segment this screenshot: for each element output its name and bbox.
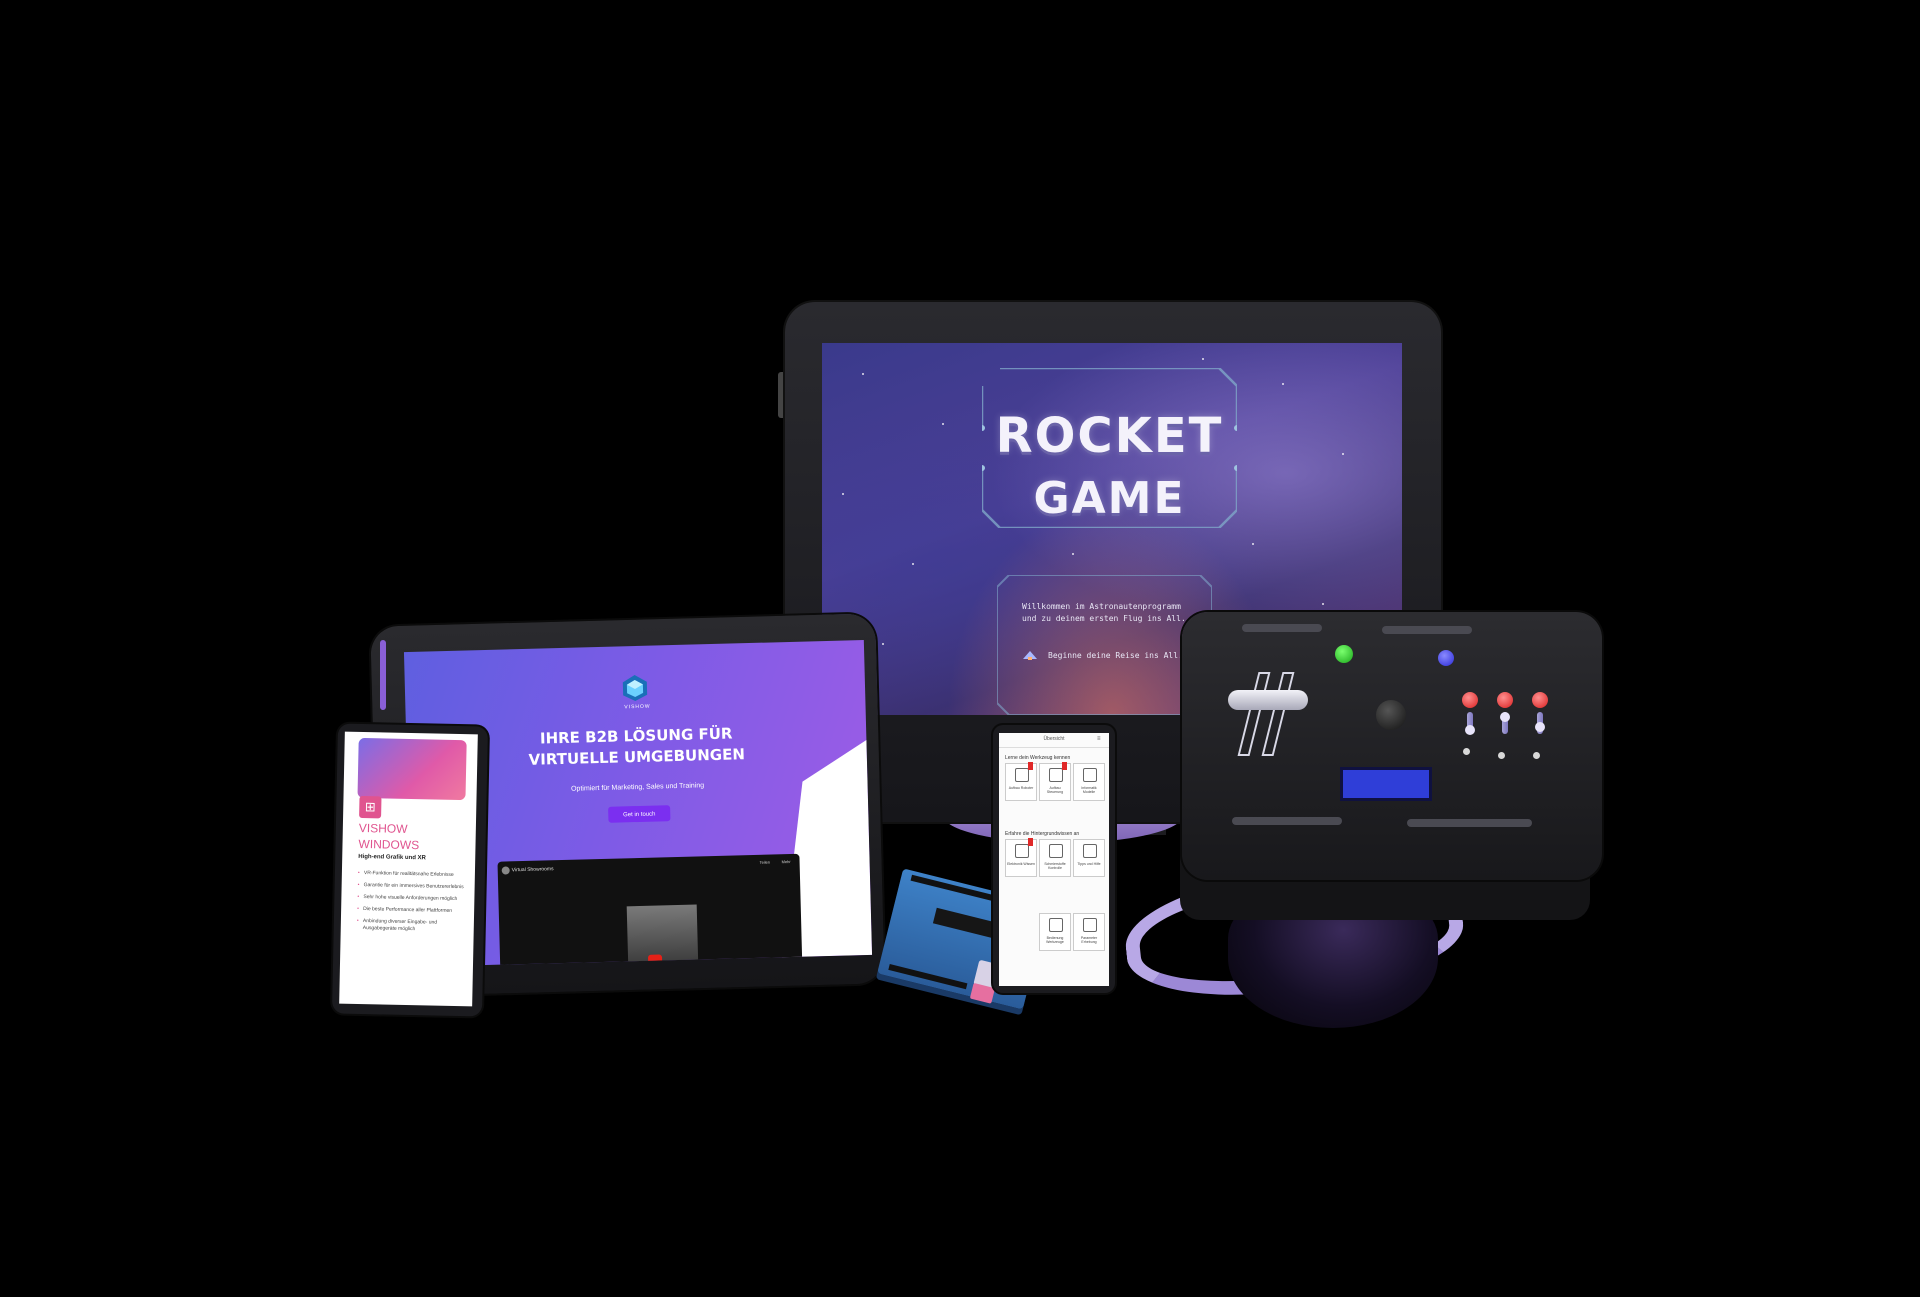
channel-avatar <box>501 866 510 875</box>
vishow-logo-label: VISHOW <box>624 703 651 711</box>
vishow-windows-screen[interactable]: ⊞ VISHOW WINDOWS High-end Grafik und XR … <box>339 731 478 1007</box>
windows-logo-icon: ⊞ <box>359 795 382 819</box>
lightning-icon <box>1015 844 1029 858</box>
blue-button[interactable] <box>1438 650 1454 666</box>
learning-app-screen[interactable]: Übersicht ≡ Lerne dein Werkzeug kennen A… <box>999 733 1109 986</box>
video-thumbnail <box>626 904 699 967</box>
font-size-icon <box>1083 918 1097 932</box>
tile-label: Elektronik Wissen <box>1007 862 1035 866</box>
list-item: VR-Funktion für realitätsnahe Erlebnisse <box>358 870 466 879</box>
alert-badge <box>1028 838 1033 846</box>
joystick[interactable] <box>1376 700 1406 730</box>
welcome-frame <box>997 575 1212 715</box>
status-led <box>1498 752 1505 759</box>
tile-lubricants[interactable]: Schmierstoffe Kontrolle <box>1039 839 1071 877</box>
tile-electronics[interactable]: Elektronik Wissen <box>1005 838 1037 877</box>
share-button[interactable]: Teilen <box>760 860 771 865</box>
pin-header <box>888 964 968 990</box>
get-in-touch-button[interactable]: Get in touch <box>608 805 671 823</box>
controller-icon <box>1049 768 1063 782</box>
document-icon <box>1083 844 1097 858</box>
tile-label: Aufbau Steuerung <box>1046 786 1064 794</box>
tile-label: Parameter Erhebung <box>1080 936 1098 944</box>
vent-slot <box>1407 819 1532 827</box>
chip-icon <box>1083 768 1097 782</box>
tile-parameters[interactable]: Parameter Erhebung <box>1073 913 1105 951</box>
product-title: VISHOW WINDOWS <box>358 820 420 853</box>
video-player[interactable]: Virtual Showrooms Teilen Mehr <box>497 853 803 967</box>
app-header-title: Übersicht <box>1043 736 1065 742</box>
tile-label: Informatik Modelle <box>1081 786 1097 794</box>
vent-slot <box>1382 626 1472 634</box>
red-button[interactable] <box>1497 692 1513 708</box>
tile-control[interactable]: Aufbau Steuerung <box>1039 762 1071 801</box>
start-text: Beginne deine Reise ins All. <box>1048 650 1183 660</box>
tile-label: Bedienung Werkzeuge <box>1046 936 1064 944</box>
vishow-logo-icon <box>622 675 648 702</box>
throttle-lever[interactable] <box>1228 690 1308 710</box>
microcontroller-chip <box>932 907 996 938</box>
red-button[interactable] <box>1462 692 1478 708</box>
rocket-icon <box>1023 651 1037 660</box>
app-header: Übersicht ≡ <box>999 733 1109 748</box>
more-button[interactable]: Mehr <box>782 859 791 864</box>
lcd-display <box>1340 767 1432 801</box>
robot-icon <box>1015 768 1029 782</box>
status-led <box>1463 748 1470 755</box>
alert-badge <box>1062 762 1067 770</box>
list-item: Sehr hohe visuelle Anforderungen möglich <box>357 894 465 903</box>
start-journey-button[interactable]: Beginne deine Reise ins All. <box>1022 649 1183 661</box>
wrench-icon <box>1049 918 1063 932</box>
game-title-line2: GAME <box>1033 473 1186 524</box>
toggle-knob <box>1500 712 1510 722</box>
welcome-text: Willkommen im Astronautenprogramm und zu… <box>1022 602 1186 623</box>
tile-models[interactable]: Informatik Modelle <box>1073 763 1105 801</box>
list-item: Anbindung diverser Eingabe- und Ausgabeg… <box>357 918 465 934</box>
section-heading: Erfahre die Hintergrundwissen an <box>1005 831 1080 837</box>
toggle-knob <box>1465 725 1475 735</box>
oil-icon <box>1049 844 1063 858</box>
red-button[interactable] <box>1532 692 1548 708</box>
feature-list: VR-Funktion für realitätsnahe Erlebnisse… <box>357 870 466 939</box>
green-button[interactable] <box>1335 645 1353 663</box>
hero-title: IHRE B2B LÖSUNG FÜR VIRTUELLE UMGEBUNGEN <box>528 724 746 769</box>
toggle-knob <box>1535 722 1545 732</box>
vr-hero-image <box>357 737 467 801</box>
tile-label: Tipps und Hilfe <box>1077 862 1101 866</box>
list-item: Die beste Performance aller Plattformen <box>357 906 465 915</box>
menu-icon[interactable]: ≡ <box>1097 736 1101 742</box>
tablet-side-accent <box>380 640 386 710</box>
product-subtitle: High-end Grafik und XR <box>358 853 426 862</box>
vent-slot <box>1242 624 1322 632</box>
game-title-line1: ROCKET <box>995 408 1224 464</box>
alert-badge <box>1028 762 1033 770</box>
video-title: Virtual Showrooms <box>511 866 554 874</box>
tile-robot[interactable]: Aufbau Roboter <box>1005 762 1037 801</box>
tile-label: Schmierstoffe Kontrolle <box>1044 862 1066 870</box>
tile-tips[interactable]: Tipps und Hilfe <box>1073 839 1105 877</box>
tile-label: Aufbau Roboter <box>1008 786 1034 790</box>
status-led <box>1533 752 1540 759</box>
section-heading: Lerne dein Werkzeug kennen <box>1005 755 1071 761</box>
list-item: Garantie für ein immersives Benutzererle… <box>358 882 466 891</box>
tile-tools[interactable]: Bedienung Werkzeuge <box>1039 913 1071 951</box>
vent-slot <box>1232 817 1342 825</box>
